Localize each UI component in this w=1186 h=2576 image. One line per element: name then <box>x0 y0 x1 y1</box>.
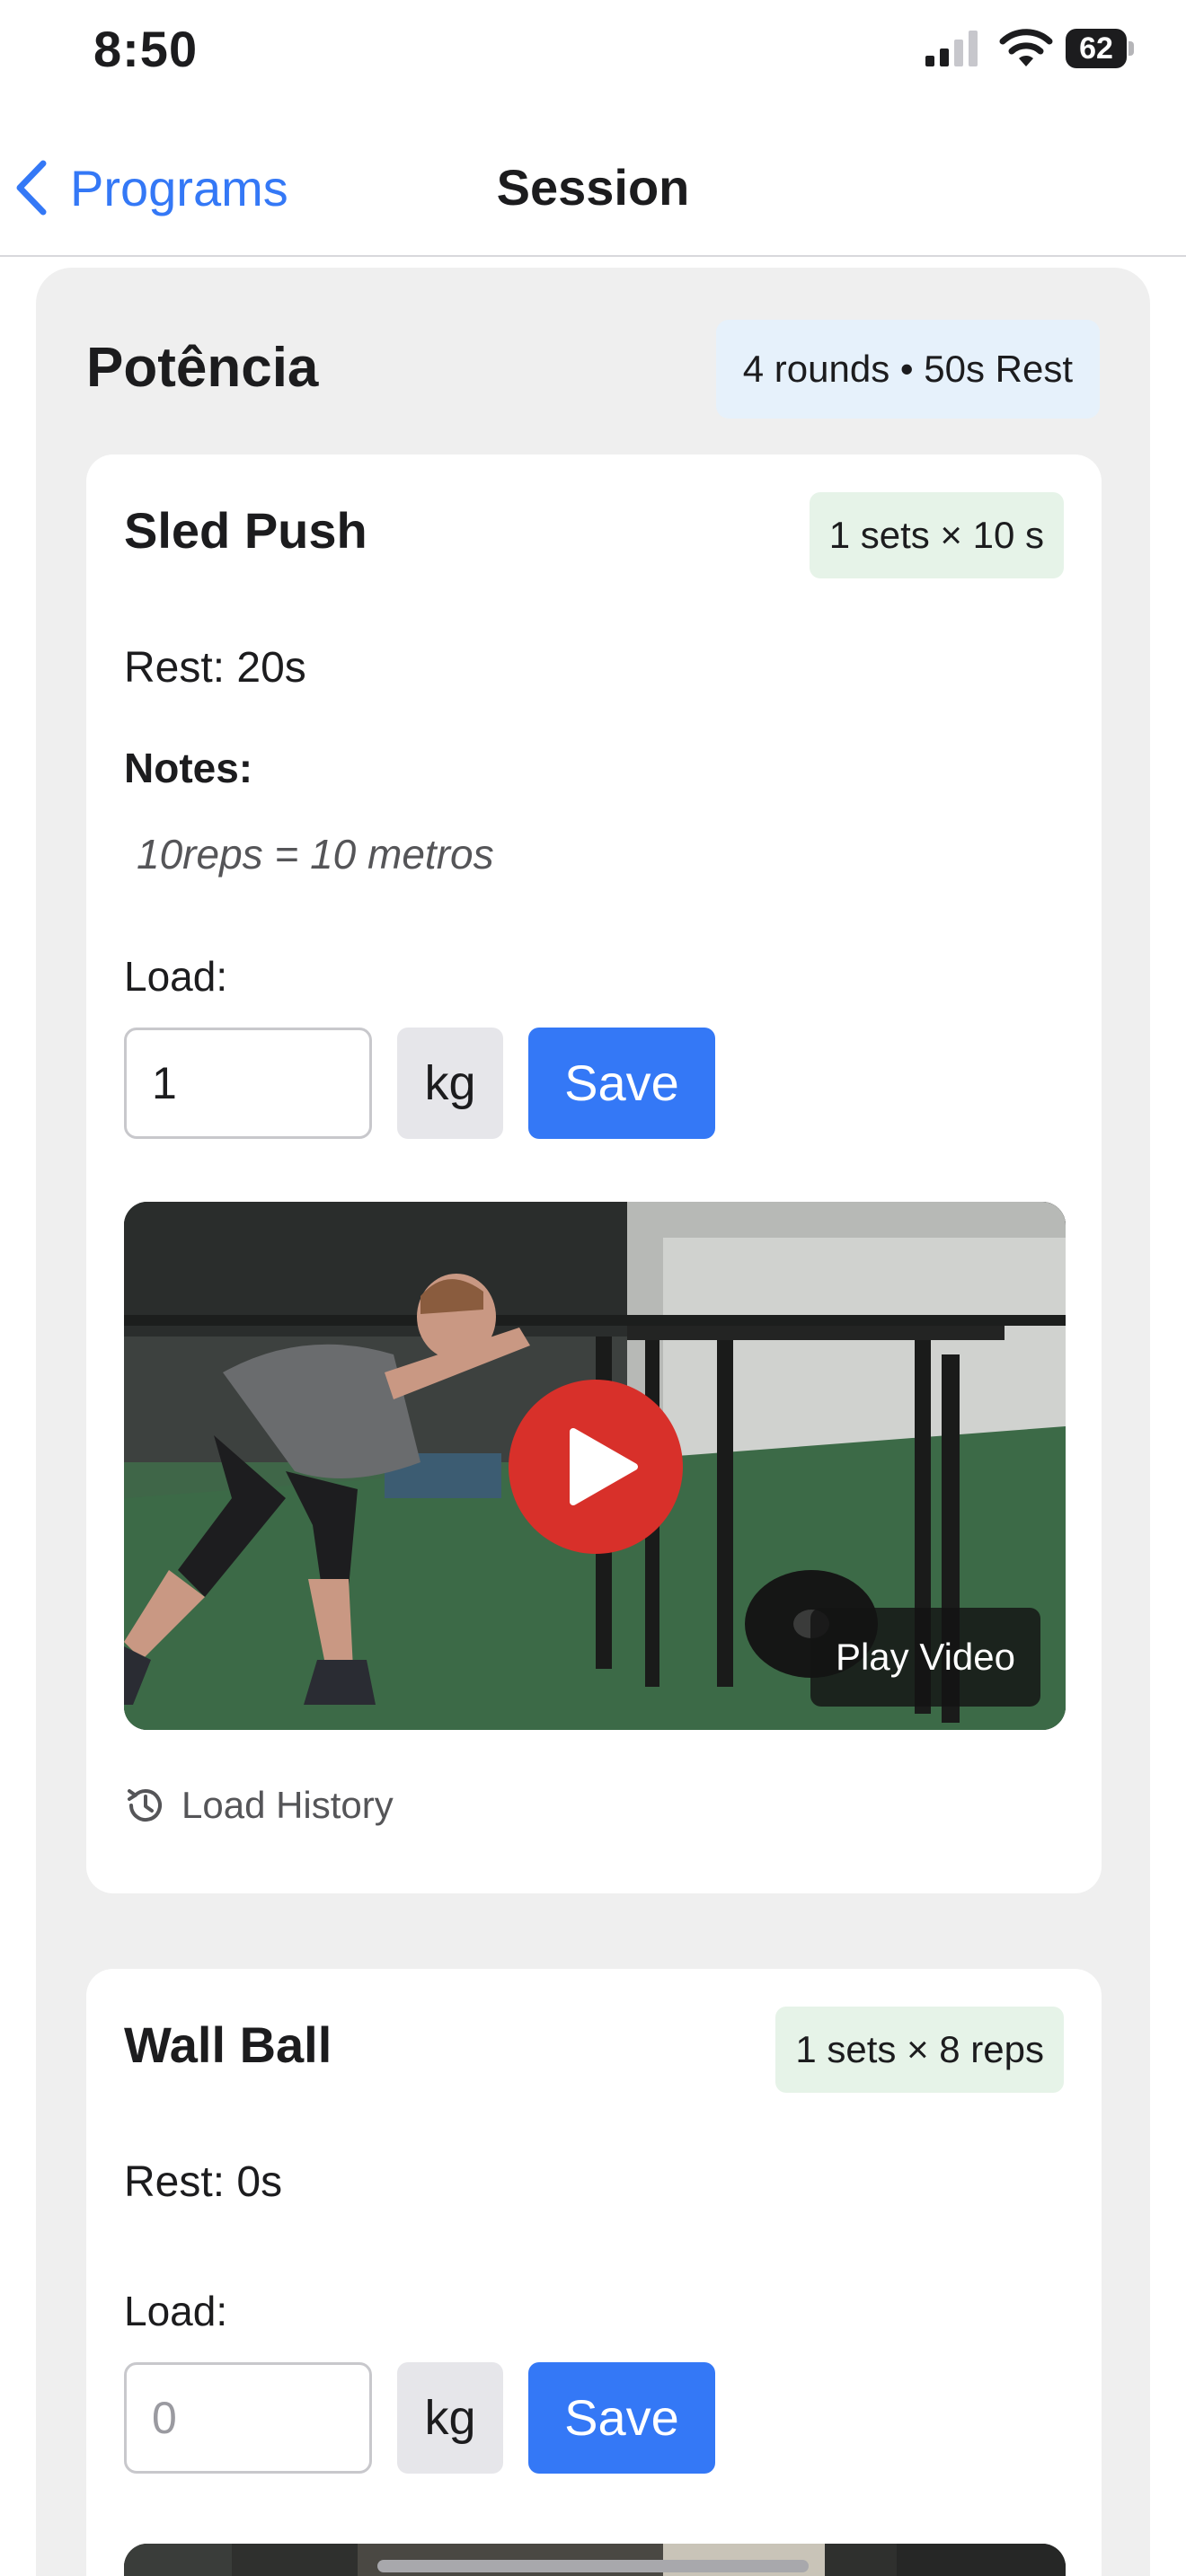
play-video-label[interactable]: Play Video <box>810 1608 1040 1707</box>
sets-badge: 1 sets × 10 s <box>809 492 1064 578</box>
wifi-icon <box>999 29 1053 66</box>
battery-level: 62 <box>1079 31 1113 66</box>
exercise-card: Wall Ball 1 sets × 8 reps Rest: 0s Load:… <box>86 1969 1102 2576</box>
exercise-name: Wall Ball <box>124 2016 332 2073</box>
unit-label: kg <box>397 1028 503 1139</box>
save-button[interactable]: Save <box>528 1028 715 1139</box>
status-time: 8:50 <box>93 21 199 77</box>
play-icon <box>570 1428 638 1505</box>
home-indicator <box>377 2560 809 2572</box>
rounds-badge: 4 rounds • 50s Rest <box>715 320 1100 419</box>
exercise-card: Sled Push 1 sets × 10 s Rest: 20s Notes:… <box>86 454 1102 1893</box>
notes-text: 10reps = 10 metros <box>137 831 494 878</box>
cellular-signal-icon <box>925 31 978 66</box>
navigation-bar: Programs Session <box>0 135 1186 257</box>
load-history-button[interactable]: Load History <box>124 1784 394 1827</box>
page-title: Session <box>496 159 690 216</box>
load-row: kg Save <box>124 2362 715 2474</box>
load-input[interactable] <box>124 1028 372 1139</box>
load-label: Load: <box>124 953 228 1000</box>
block-title: Potência <box>86 337 319 399</box>
exercise-video[interactable]: Play Video <box>124 1202 1066 1730</box>
play-button[interactable] <box>509 1380 683 1554</box>
rest-text: Rest: 0s <box>124 2158 283 2206</box>
training-block: Potência 4 rounds • 50s Rest Sled Push 1… <box>36 268 1150 2576</box>
load-row: kg Save <box>124 1028 715 1139</box>
status-bar: 8:50 62 <box>0 0 1186 99</box>
save-button[interactable]: Save <box>528 2362 715 2474</box>
rest-text: Rest: 20s <box>124 644 306 692</box>
notes-label: Notes: <box>124 745 253 791</box>
exercise-name: Sled Push <box>124 502 367 559</box>
load-input[interactable] <box>124 2362 372 2474</box>
load-label: Load: <box>124 2288 228 2334</box>
sets-badge: 1 sets × 8 reps <box>775 2007 1064 2093</box>
load-history-label: Load History <box>181 1784 394 1826</box>
history-icon <box>128 1789 162 1822</box>
unit-label: kg <box>397 2362 503 2474</box>
battery-icon: 62 <box>1066 29 1134 68</box>
session-screen: 8:50 62 Programs Session Potência 4 roun… <box>0 0 1186 2576</box>
